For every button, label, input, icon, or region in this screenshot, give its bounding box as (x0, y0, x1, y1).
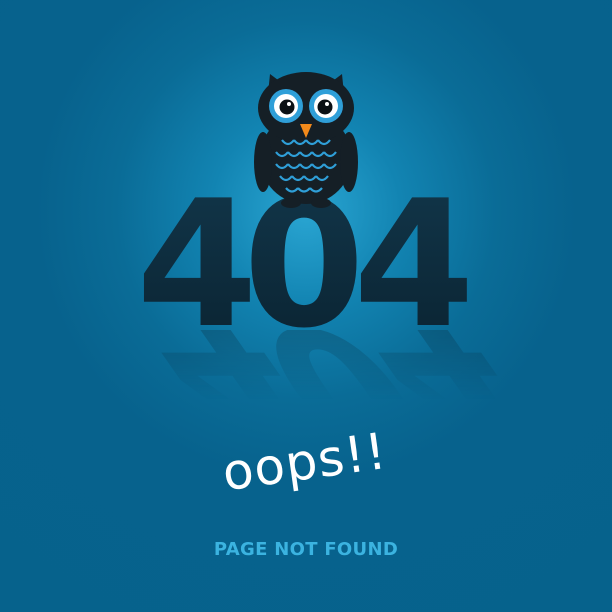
error-page: 4 0 4 4 0 4 oops!! PAGE NOT FOUND (0, 0, 612, 612)
error-digit-right: 4 (353, 164, 475, 367)
page-not-found-message: PAGE NOT FOUND (213, 539, 399, 560)
error-digit-left: 4 (136, 164, 258, 367)
